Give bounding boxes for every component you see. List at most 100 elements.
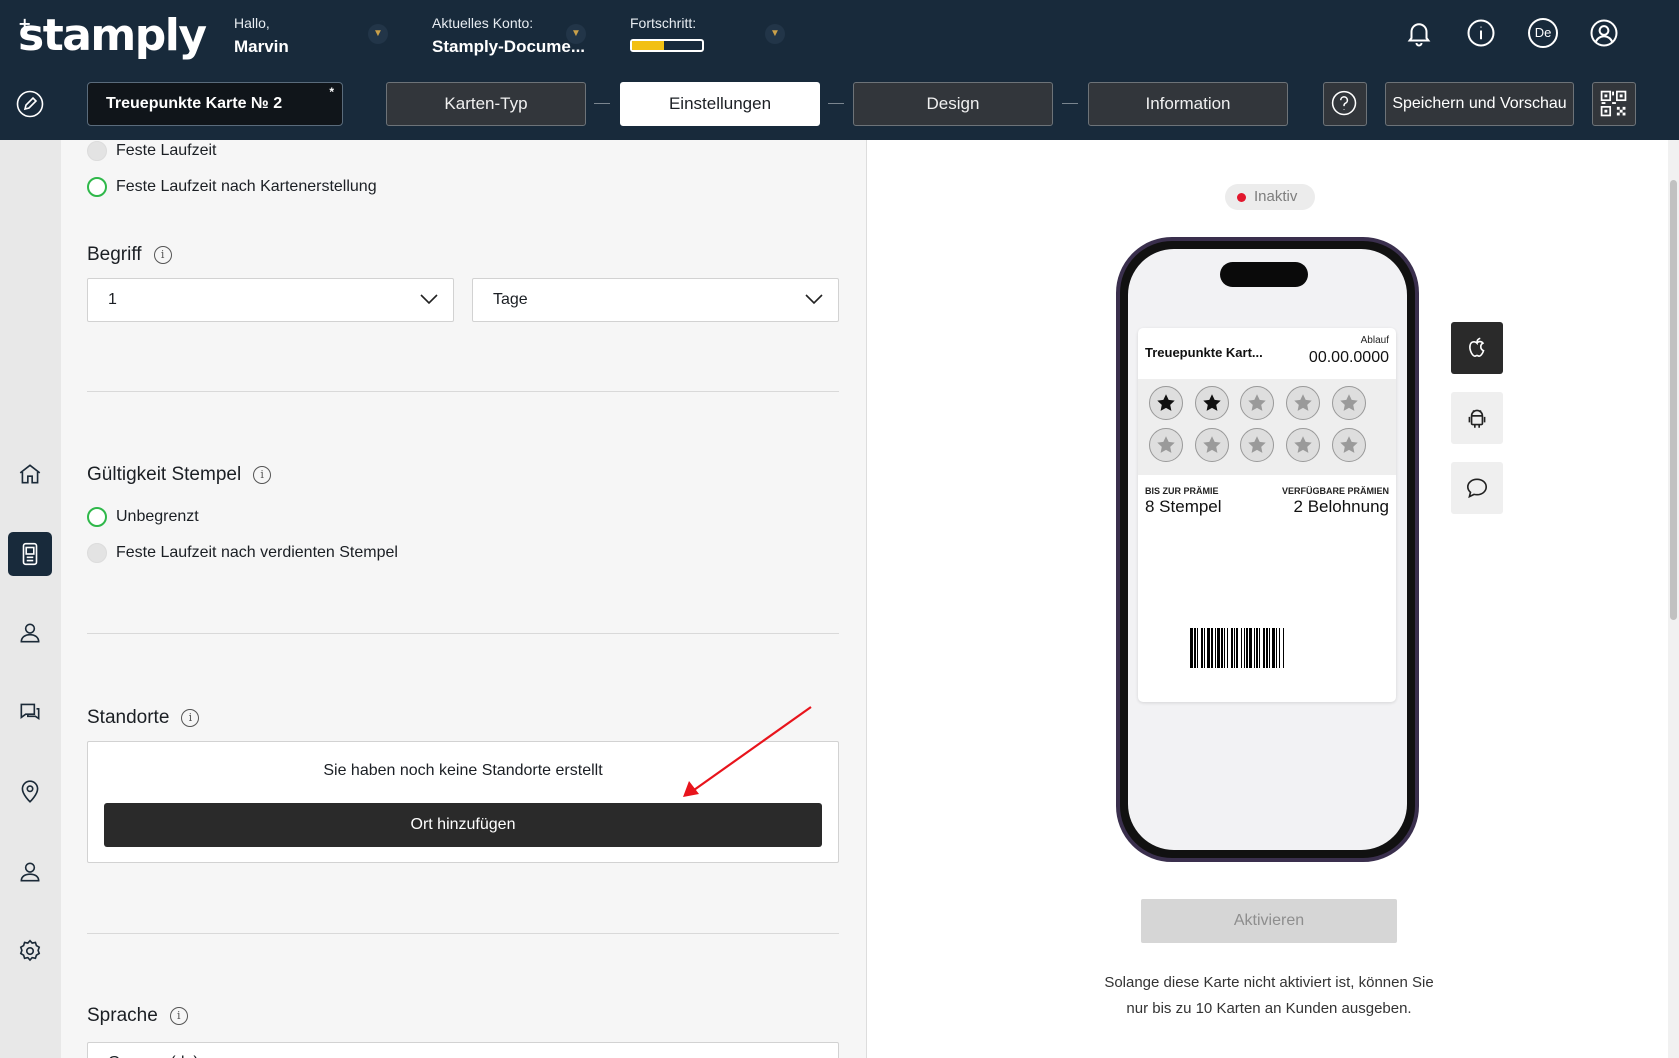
account-switcher[interactable]: Aktuelles Konto: Stamply-Docume... bbox=[432, 15, 585, 57]
stamp-slot bbox=[1149, 428, 1183, 462]
user-icon[interactable] bbox=[1589, 18, 1619, 48]
step-separator bbox=[594, 103, 610, 104]
chevron-down-icon bbox=[420, 294, 438, 305]
sidebar bbox=[0, 140, 61, 1058]
barcode-bar bbox=[1284, 628, 1286, 668]
star-icon bbox=[1248, 436, 1267, 453]
star-icon bbox=[1294, 436, 1312, 453]
sidebar-item-locations[interactable] bbox=[8, 770, 52, 814]
sidebar-item-profile[interactable] bbox=[8, 850, 52, 894]
info-icon[interactable]: i bbox=[169, 1007, 188, 1025]
radio-fixed-term-after-stamp[interactable]: Feste Laufzeit nach verdienten Stempel bbox=[87, 543, 398, 563]
star-icon bbox=[1294, 394, 1312, 411]
add-location-button[interactable]: Ort hinzufügen bbox=[104, 803, 822, 847]
language-select[interactable]: German (de) bbox=[87, 1042, 839, 1058]
divider bbox=[87, 391, 839, 392]
gear-icon bbox=[19, 939, 41, 962]
profile-icon bbox=[20, 862, 40, 882]
pass-title: Treuepunkte Kart... bbox=[1145, 345, 1263, 360]
apple-preview-button[interactable] bbox=[1451, 322, 1503, 374]
locations-section-title: Standorte i bbox=[87, 707, 200, 729]
radio-fixed-term[interactable]: Feste Laufzeit bbox=[87, 141, 217, 161]
term-amount-select[interactable]: 1 bbox=[87, 278, 454, 322]
progress-menu-chevron-icon[interactable]: ▼ bbox=[765, 24, 785, 44]
account-menu-chevron-icon[interactable]: ▼ bbox=[566, 24, 586, 44]
qr-code-button[interactable] bbox=[1592, 82, 1636, 126]
status-badge: Inaktiv bbox=[1225, 184, 1315, 210]
star-icon bbox=[1202, 436, 1221, 453]
customers-icon bbox=[20, 623, 40, 643]
user-greeting[interactable]: Hallo, Marvin bbox=[234, 15, 289, 57]
message-preview-button[interactable] bbox=[1451, 462, 1503, 514]
radio-circle bbox=[87, 141, 107, 161]
card-name-field[interactable]: Treuepunkte Karte № 2 * bbox=[87, 82, 343, 126]
dynamic-island bbox=[1220, 262, 1308, 287]
pass-left-value: 8 Stempel bbox=[1145, 497, 1222, 516]
phone-screen: Treuepunkte Kart... Ablauf 00.00.0000 BI… bbox=[1128, 249, 1407, 850]
language-icon[interactable]: De bbox=[1528, 18, 1558, 48]
edit-pencil-icon[interactable] bbox=[16, 90, 44, 118]
card-device-icon bbox=[22, 542, 38, 566]
scrollbar-thumb[interactable] bbox=[1670, 180, 1677, 620]
locations-empty-text: Sie haben noch keine Standorte erstellt bbox=[323, 762, 603, 779]
question-icon bbox=[1331, 90, 1357, 116]
radio-circle-selected bbox=[87, 177, 107, 197]
stamp-slot bbox=[1240, 386, 1275, 420]
term-unit-select[interactable]: Tage bbox=[472, 278, 839, 322]
sidebar-item-messages[interactable] bbox=[8, 690, 52, 734]
progress-indicator: Fortschritt: bbox=[630, 15, 704, 52]
stamp-slot bbox=[1331, 386, 1366, 420]
info-icon[interactable]: i bbox=[181, 709, 200, 727]
activate-button[interactable]: Aktivieren bbox=[1141, 899, 1397, 943]
pass-expiry-value: 00.00.0000 bbox=[1308, 349, 1389, 366]
user-menu-chevron-icon[interactable]: ▼ bbox=[368, 24, 388, 44]
apple-icon bbox=[1469, 337, 1485, 357]
stamply-logo[interactable]: + stamply bbox=[18, 10, 207, 61]
speech-bubble-icon bbox=[1466, 478, 1488, 499]
stamp-grid bbox=[1138, 379, 1396, 475]
step-separator bbox=[1062, 103, 1078, 104]
status-dot bbox=[1237, 193, 1246, 202]
radio-fixed-term-after-creation[interactable]: Feste Laufzeit nach Kartenerstellung bbox=[87, 177, 377, 197]
chevron-down-icon bbox=[805, 294, 823, 305]
page-scrollbar[interactable] bbox=[1668, 140, 1679, 1058]
radio-unlimited[interactable]: Unbegrenzt bbox=[87, 507, 199, 527]
stamp-slot bbox=[1286, 428, 1321, 462]
pass-barcode bbox=[1190, 628, 1344, 668]
bell-icon[interactable] bbox=[1404, 18, 1434, 48]
pass-expiry-label: Ablauf bbox=[1360, 335, 1389, 346]
qr-code-icon bbox=[1600, 90, 1627, 117]
star-icon bbox=[1340, 394, 1358, 411]
help-button[interactable] bbox=[1323, 82, 1367, 126]
radio-circle bbox=[87, 543, 107, 563]
sidebar-item-customers[interactable] bbox=[8, 611, 52, 655]
step-settings[interactable]: Einstellungen bbox=[620, 82, 820, 126]
pass-left-label: BIS ZUR PRÄMIE bbox=[1145, 486, 1219, 496]
stamp-slot bbox=[1331, 428, 1366, 462]
sidebar-item-settings[interactable] bbox=[8, 929, 52, 973]
stamp-slot bbox=[1149, 386, 1183, 420]
chat-icon bbox=[20, 703, 40, 721]
info-icon[interactable] bbox=[1466, 18, 1496, 48]
divider bbox=[87, 633, 839, 634]
stamp-slot bbox=[1194, 386, 1229, 420]
step-information[interactable]: Information bbox=[1088, 82, 1288, 126]
star-icon bbox=[1202, 394, 1221, 411]
android-preview-button[interactable] bbox=[1451, 392, 1503, 444]
info-icon[interactable]: i bbox=[153, 246, 172, 264]
star-icon bbox=[1248, 394, 1267, 411]
sidebar-item-cards[interactable] bbox=[8, 532, 52, 576]
step-card-type[interactable]: Karten-Typ bbox=[386, 82, 586, 126]
sidebar-item-home[interactable] bbox=[8, 452, 52, 496]
divider bbox=[87, 933, 839, 934]
save-and-preview-button[interactable]: Speichern und Vorschau bbox=[1385, 82, 1574, 126]
step-separator bbox=[828, 103, 844, 104]
wallet-pass: Treuepunkte Kart... Ablauf 00.00.0000 BI… bbox=[1138, 328, 1396, 702]
info-icon[interactable]: i bbox=[253, 466, 272, 484]
stamp-slot bbox=[1240, 428, 1275, 462]
location-pin-icon bbox=[21, 780, 39, 803]
home-icon bbox=[19, 464, 41, 484]
locations-box: Sie haben noch keine Standorte erstellt … bbox=[87, 741, 839, 863]
step-design[interactable]: Design bbox=[853, 82, 1053, 126]
progress-bar bbox=[630, 39, 704, 52]
